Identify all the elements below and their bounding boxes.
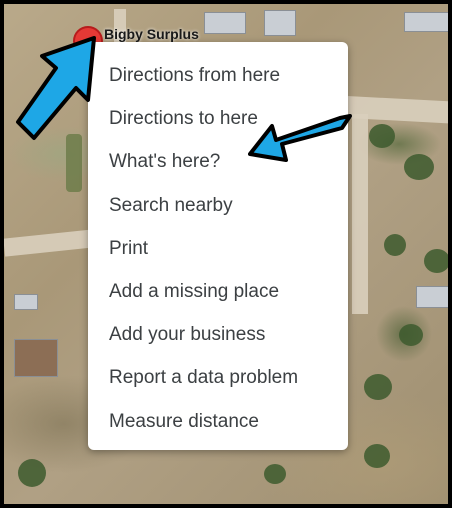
pin-pointer-arrow-icon xyxy=(16,36,96,140)
whats-here-pointer-arrow-icon xyxy=(248,114,352,162)
arrow-icon xyxy=(16,36,352,162)
screenshot-frame: Bigby Surplus Directions from here Direc… xyxy=(0,0,452,508)
